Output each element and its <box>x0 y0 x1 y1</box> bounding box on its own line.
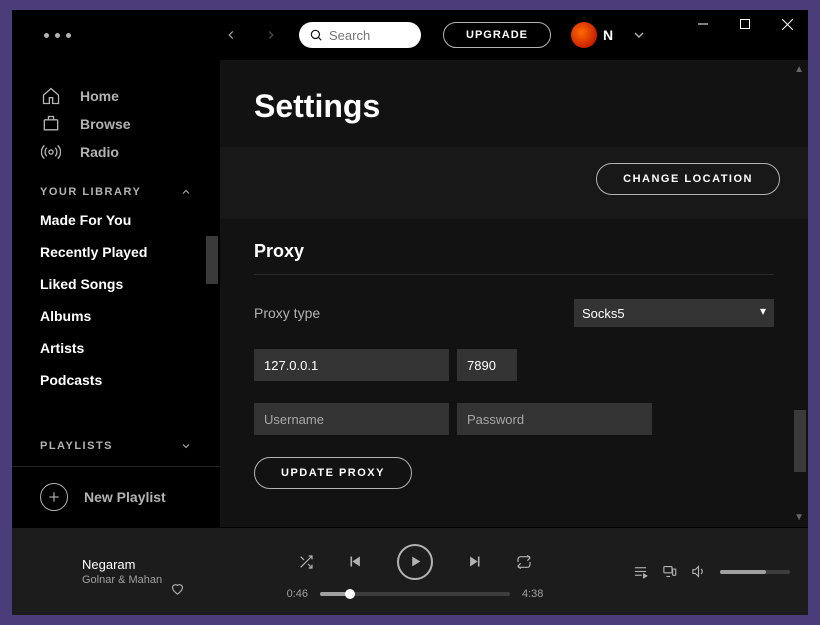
now-playing: Negaram Golnar & Mahan <box>12 557 222 586</box>
library-item[interactable]: Albums <box>12 300 220 332</box>
volume-slider[interactable] <box>720 570 790 574</box>
progress-bar[interactable] <box>320 592 510 596</box>
nav-arrows <box>221 25 281 45</box>
main-content: ▲ Settings CHANGE LOCATION Proxy Proxy t… <box>220 60 808 527</box>
change-location-button[interactable]: CHANGE LOCATION <box>596 163 780 195</box>
page-title: Settings <box>220 60 808 147</box>
sidebar-item-label: Home <box>80 88 119 104</box>
search-input[interactable] <box>329 28 409 43</box>
user-initial: N <box>603 27 613 43</box>
app-window: UPGRADE N Home Browse Radio <box>12 10 808 615</box>
like-button[interactable] <box>170 581 185 596</box>
app-menu-button[interactable] <box>44 33 71 38</box>
window-controls <box>682 10 808 38</box>
proxy-username-input[interactable] <box>254 403 449 435</box>
volume-button[interactable] <box>691 564 706 579</box>
proxy-port-input[interactable] <box>457 349 517 381</box>
chevron-down-icon[interactable] <box>180 440 192 452</box>
play-button[interactable] <box>397 544 433 580</box>
queue-button[interactable] <box>633 564 648 579</box>
proxy-title: Proxy <box>254 241 774 275</box>
body: Home Browse Radio YOUR LIBRARY Made For … <box>12 60 808 527</box>
proxy-type-select[interactable]: Socks5 <box>574 299 774 327</box>
search-field[interactable] <box>299 22 421 48</box>
sidebar-item-home[interactable]: Home <box>12 82 220 110</box>
proxy-host-input[interactable] <box>254 349 449 381</box>
close-button[interactable] <box>766 10 808 38</box>
library-item[interactable]: Recently Played <box>12 236 220 268</box>
radio-icon <box>40 142 62 162</box>
upgrade-button[interactable]: UPGRADE <box>443 22 551 48</box>
forward-button[interactable] <box>261 25 281 45</box>
library-header: YOUR LIBRARY <box>12 166 220 204</box>
progress-knob[interactable] <box>345 589 355 599</box>
avatar[interactable] <box>571 22 597 48</box>
home-icon <box>40 86 62 106</box>
library-item[interactable]: Liked Songs <box>12 268 220 300</box>
sidebar-scrollbar[interactable] <box>206 236 218 284</box>
plus-icon <box>40 483 68 511</box>
playback-controls: 0:46 4:38 <box>222 544 608 600</box>
playlists-header: PLAYLISTS <box>12 420 220 458</box>
repeat-button[interactable] <box>516 554 532 570</box>
back-button[interactable] <box>221 25 241 45</box>
library-item[interactable]: Made For You <box>12 204 220 236</box>
new-playlist-label: New Playlist <box>84 489 166 505</box>
maximize-button[interactable] <box>724 10 766 38</box>
new-playlist-button[interactable]: New Playlist <box>12 466 220 527</box>
browse-icon <box>40 114 62 134</box>
total-time: 4:38 <box>522 588 543 600</box>
chevron-up-icon[interactable] <box>180 186 192 198</box>
prev-button[interactable] <box>348 554 363 569</box>
library-label-text: YOUR LIBRARY <box>40 186 141 198</box>
library-item[interactable]: Artists <box>12 332 220 364</box>
elapsed-time: 0:46 <box>287 588 308 600</box>
scroll-up-arrow[interactable]: ▲ <box>794 64 804 75</box>
track-name[interactable]: Negaram <box>82 557 222 572</box>
proxy-section: Proxy Proxy type Socks5 <box>220 219 808 489</box>
search-icon <box>309 28 323 42</box>
volume-fill <box>720 570 766 574</box>
next-button[interactable] <box>467 554 482 569</box>
proxy-password-input[interactable] <box>457 403 652 435</box>
sidebar-item-browse[interactable]: Browse <box>12 110 220 138</box>
shuffle-button[interactable] <box>298 554 314 570</box>
sidebar: Home Browse Radio YOUR LIBRARY Made For … <box>12 60 220 527</box>
sidebar-item-label: Radio <box>80 144 119 160</box>
scroll-down-arrow[interactable]: ▼ <box>794 512 804 523</box>
update-proxy-button[interactable]: UPDATE PROXY <box>254 457 412 489</box>
proxy-type-label: Proxy type <box>254 305 574 321</box>
titlebar: UPGRADE N <box>12 10 808 60</box>
location-row: CHANGE LOCATION <box>220 147 808 219</box>
sidebar-item-radio[interactable]: Radio <box>12 138 220 166</box>
minimize-button[interactable] <box>682 10 724 38</box>
library-item[interactable]: Podcasts <box>12 364 220 396</box>
proxy-type-select-wrap: Socks5 <box>574 299 774 327</box>
right-controls <box>608 564 808 579</box>
main-scrollbar[interactable] <box>794 410 806 472</box>
devices-button[interactable] <box>662 564 677 579</box>
player-bar: Negaram Golnar & Mahan 0:46 4:38 <box>12 527 808 615</box>
sidebar-item-label: Browse <box>80 116 131 132</box>
user-menu-caret[interactable] <box>631 27 647 43</box>
artist-name[interactable]: Golnar & Mahan <box>82 574 222 586</box>
playlists-label-text: PLAYLISTS <box>40 440 113 452</box>
